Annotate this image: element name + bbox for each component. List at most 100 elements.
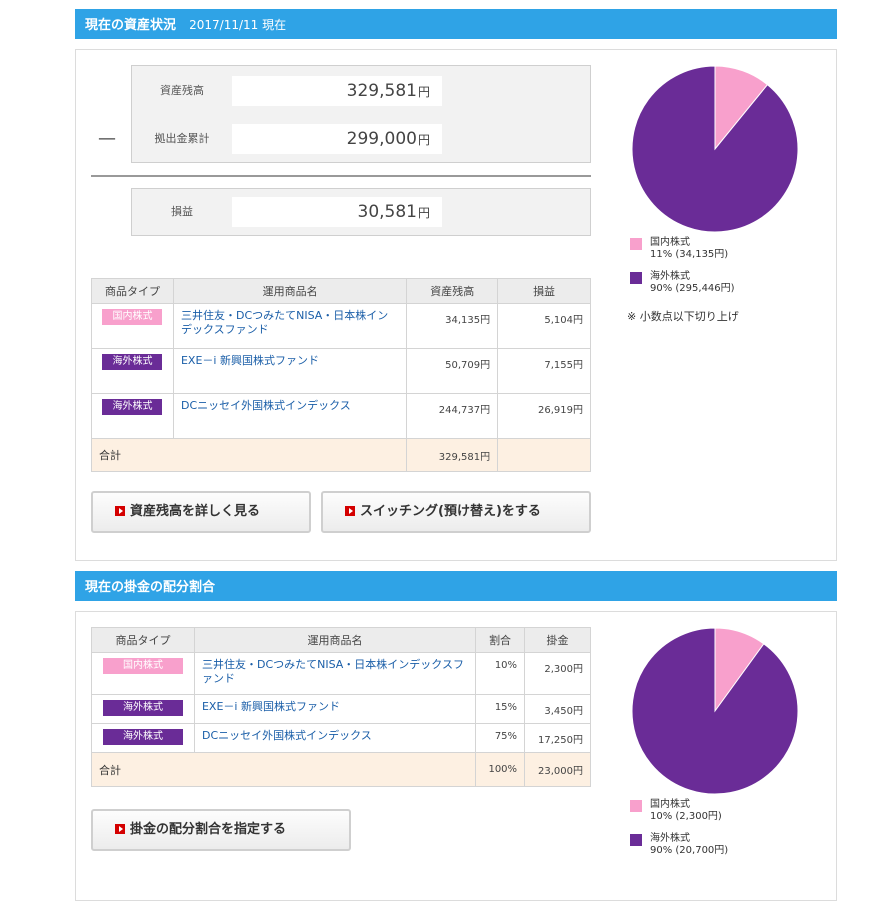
allocation-section-title: 現在の掛金の配分割合 xyxy=(85,580,216,595)
type-badge-foreign: 海外株式 xyxy=(102,354,163,370)
balance-cell: 34,135円 xyxy=(406,303,499,349)
allocation-table: 商品タイプ 運用商品名 割合 掛金 国内株式 三井住友・DCつみたてNISA・日… xyxy=(90,627,591,787)
allocation-pie-chart xyxy=(631,627,799,795)
view-balance-detail-label: 資産残高を詳しく見る xyxy=(130,504,261,519)
type-cell: 海外株式 xyxy=(91,723,195,753)
type-badge-foreign: 海外株式 xyxy=(102,700,183,716)
asset-pie-legend: 国内株式 11% (34,135円) 海外株式 90% (295,446円) xyxy=(630,237,735,301)
fund-link[interactable]: DCニッセイ外国株式インデックス xyxy=(202,729,372,742)
fund-name-cell: EXE－i 新興国株式ファンド xyxy=(172,348,408,394)
profit-unit: 円 xyxy=(417,206,430,220)
fund-name-cell: DCニッセイ外国株式インデックス xyxy=(193,723,477,753)
balance-summary-box: 資産残高 329,581円 拠出金累計 299,000円 xyxy=(131,65,591,163)
legend-label: 海外株式 xyxy=(650,833,690,844)
switching-label: スイッチング(預け替え)をする xyxy=(360,504,541,519)
amount-cell: 2,300円 xyxy=(524,652,591,695)
profit-value-box: 30,581円 xyxy=(232,197,442,227)
assets-section-title: 現在の資産状況 xyxy=(85,18,177,33)
total-row: 合計 329,581円 xyxy=(90,438,591,472)
allocation-section-header: 現在の掛金の配分割合 xyxy=(75,571,837,601)
legend-label: 国内株式 xyxy=(650,799,690,810)
legend-swatch-foreign xyxy=(630,834,642,846)
fund-link[interactable]: 三井住友・DCつみたてNISA・日本株インデックスファンド xyxy=(181,309,388,336)
balance-cell: 244,737円 xyxy=(406,393,499,439)
legend-label: 国内株式 xyxy=(650,237,690,248)
set-allocation-button[interactable]: 掛金の配分割合を指定する xyxy=(91,809,351,851)
legend-detail: 90% (295,446円) xyxy=(650,283,735,294)
balance-label: 資産残高 xyxy=(160,84,204,97)
contribution-label: 拠出金累計 xyxy=(154,132,210,145)
total-label: 合計 xyxy=(90,752,477,787)
table-row: 国内株式 三井住友・DCつみたてNISA・日本株インデックスファンド 10% 2… xyxy=(91,652,591,695)
arrow-right-icon xyxy=(115,506,125,516)
table-row: 海外株式 EXE－i 新興国株式ファンド 50,709円 7,155円 xyxy=(91,348,591,394)
profit-row: 損益 30,581円 xyxy=(132,189,590,235)
total-amount: 23,000円 xyxy=(524,752,591,787)
fund-name-cell: EXE－i 新興国株式ファンド xyxy=(193,694,477,724)
pie-slice-foreign xyxy=(631,627,799,795)
balance-row: 資産残高 329,581円 xyxy=(132,68,590,114)
total-label: 合計 xyxy=(90,438,408,472)
header-ratio: 割合 xyxy=(475,627,526,653)
profit-cell: 26,919円 xyxy=(497,393,591,439)
legend-detail: 11% (34,135円) xyxy=(650,249,729,260)
minus-sign: — xyxy=(98,128,116,149)
fund-link[interactable]: DCニッセイ外国株式インデックス xyxy=(181,399,351,412)
allocation-pie-legend: 国内株式 10% (2,300円) 海外株式 90% (20,700円) xyxy=(630,799,728,863)
legend-swatch-domestic xyxy=(630,238,642,250)
balance-value: 329,581 xyxy=(346,81,417,101)
profit-cell: 7,155円 xyxy=(497,348,591,394)
legend-item-domestic: 国内株式 11% (34,135円) xyxy=(630,237,735,261)
balance-cell: 50,709円 xyxy=(406,348,499,394)
header-type: 商品タイプ xyxy=(91,278,174,304)
total-row: 合計 100% 23,000円 xyxy=(90,752,591,787)
header-type: 商品タイプ xyxy=(91,627,195,653)
total-profit-empty xyxy=(497,438,591,472)
type-cell: 海外株式 xyxy=(91,393,174,439)
header-fund-name: 運用商品名 xyxy=(193,627,477,653)
contribution-row: 拠出金累計 299,000円 xyxy=(132,116,590,162)
table-row: 海外株式 DCニッセイ外国株式インデックス 75% 17,250円 xyxy=(91,723,591,753)
amount-cell: 3,450円 xyxy=(524,694,591,724)
header-amount: 掛金 xyxy=(524,627,591,653)
legend-swatch-domestic xyxy=(630,800,642,812)
type-badge-foreign: 海外株式 xyxy=(102,399,163,415)
type-cell: 海外株式 xyxy=(91,694,195,724)
arrow-right-icon xyxy=(115,824,125,834)
header-profit: 損益 xyxy=(497,278,591,304)
fund-link[interactable]: 三井住友・DCつみたてNISA・日本株インデックスファンド xyxy=(202,658,464,685)
type-cell: 国内株式 xyxy=(91,652,195,695)
switching-button[interactable]: スイッチング(預け替え)をする xyxy=(321,491,591,533)
assets-section-header: 現在の資産状況 2017/11/11 現在 xyxy=(75,9,837,39)
view-balance-detail-button[interactable]: 資産残高を詳しく見る xyxy=(91,491,311,533)
asset-table: 商品タイプ 運用商品名 資産残高 損益 国内株式 三井住友・DCつみたてNISA… xyxy=(90,278,591,472)
legend-detail: 90% (20,700円) xyxy=(650,845,729,856)
fund-name-cell: 三井住友・DCつみたてNISA・日本株インデックスファンド xyxy=(172,303,408,349)
legend-detail: 10% (2,300円) xyxy=(650,811,722,822)
legend-item-foreign: 海外株式 90% (295,446円) xyxy=(630,271,735,295)
header-balance: 資産残高 xyxy=(406,278,499,304)
contribution-unit: 円 xyxy=(417,133,430,147)
header-fund-name: 運用商品名 xyxy=(172,278,408,304)
type-badge-domestic: 国内株式 xyxy=(102,309,163,325)
legend-item-foreign: 海外株式 90% (20,700円) xyxy=(630,833,728,857)
assets-date: 2017/11/11 現在 xyxy=(189,18,287,32)
profit-value: 30,581 xyxy=(357,202,417,222)
summary-divider xyxy=(91,175,591,177)
ratio-cell: 10% xyxy=(475,652,526,695)
table-row: 海外株式 EXE－i 新興国株式ファンド 15% 3,450円 xyxy=(91,694,591,724)
contribution-value: 299,000 xyxy=(346,129,417,149)
amount-cell: 17,250円 xyxy=(524,723,591,753)
fund-link[interactable]: EXE－i 新興国株式ファンド xyxy=(181,354,319,367)
arrow-right-icon xyxy=(345,506,355,516)
type-cell: 海外株式 xyxy=(91,348,174,394)
fund-name-cell: DCニッセイ外国株式インデックス xyxy=(172,393,408,439)
type-badge-foreign: 海外株式 xyxy=(102,729,183,745)
asset-pie-chart xyxy=(631,65,799,233)
legend-swatch-foreign xyxy=(630,272,642,284)
total-ratio: 100% xyxy=(475,752,526,787)
balance-unit: 円 xyxy=(417,85,430,99)
fund-link[interactable]: EXE－i 新興国株式ファンド xyxy=(202,700,340,713)
ratio-cell: 15% xyxy=(475,694,526,724)
table-row: 国内株式 三井住友・DCつみたてNISA・日本株インデックスファンド 34,13… xyxy=(91,303,591,349)
